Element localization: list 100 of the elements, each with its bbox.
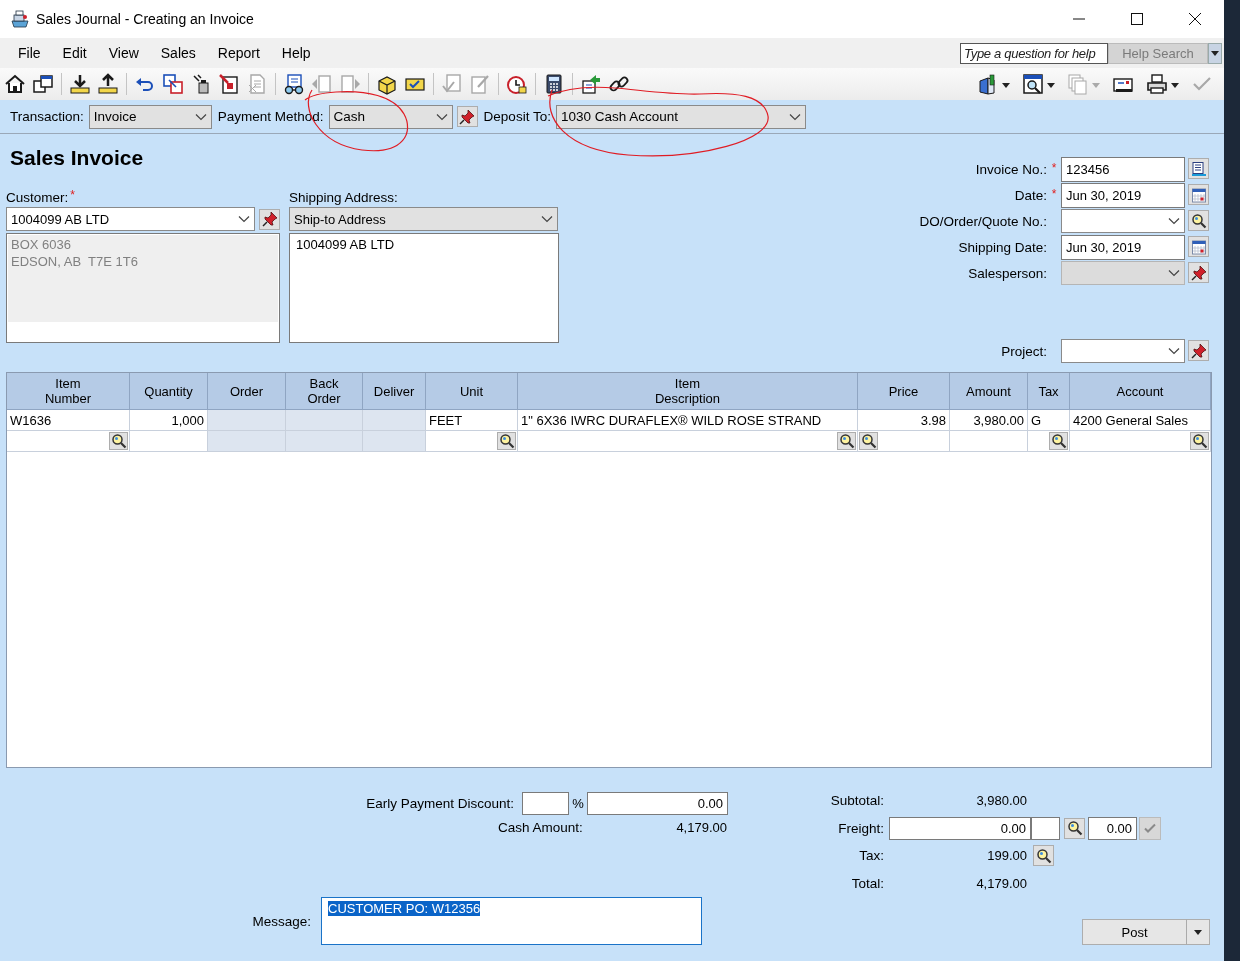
- lookup-button[interactable]: [1049, 432, 1068, 450]
- search-icon: [838, 433, 855, 449]
- table-cell[interactable]: [518, 431, 858, 452]
- lookup-button[interactable]: [1188, 210, 1209, 232]
- search-icon: [110, 433, 127, 449]
- form-icon[interactable]: [218, 73, 240, 95]
- pin-button[interactable]: [456, 106, 478, 127]
- search-icon: [1035, 847, 1052, 864]
- help-search-field[interactable]: Type a question for help: [960, 42, 1108, 64]
- lookup-button[interactable]: [497, 432, 516, 450]
- column-header[interactable]: Unit: [426, 373, 518, 410]
- column-header[interactable]: Back Order: [286, 373, 363, 410]
- chevron-icon: [1168, 217, 1180, 225]
- message-label: Message:: [251, 913, 311, 929]
- lookup-button[interactable]: [1033, 845, 1054, 867]
- input-field[interactable]: Jun 30, 2019: [1061, 234, 1185, 260]
- clock-icon[interactable]: [506, 73, 528, 95]
- freight-label: Freight:: [837, 820, 884, 836]
- menu-item[interactable]: Sales: [149, 43, 207, 63]
- field-label: Project:: [1000, 343, 1048, 359]
- menu-item[interactable]: Report: [206, 43, 271, 63]
- upload-icon[interactable]: [97, 73, 119, 95]
- percent-sign: %: [571, 795, 585, 811]
- glasses-icon[interactable]: [283, 73, 305, 95]
- copy-icon[interactable]: [162, 73, 184, 95]
- pin-button[interactable]: [1188, 340, 1209, 362]
- download-icon[interactable]: [69, 73, 91, 95]
- calendar-button[interactable]: [1188, 184, 1209, 206]
- menu-item[interactable]: View: [97, 43, 150, 63]
- column-header[interactable]: Quantity: [130, 373, 208, 410]
- tax-label: Tax:: [858, 848, 884, 864]
- caret-icon: [1211, 50, 1219, 56]
- pin-button[interactable]: [259, 208, 280, 230]
- home-icon[interactable]: [4, 73, 26, 95]
- dropdown[interactable]: Cash: [328, 104, 453, 129]
- message-field[interactable]: CUSTOMER PO: W12356: [321, 897, 702, 945]
- freight-tax-field[interactable]: 0.00: [1088, 816, 1137, 840]
- document-list-icon: [1190, 160, 1207, 177]
- number-button[interactable]: [1188, 158, 1209, 180]
- percent-field[interactable]: [522, 791, 569, 815]
- help-search-menu-button[interactable]: [1208, 42, 1222, 64]
- discount-field[interactable]: 0.00: [587, 791, 728, 815]
- lookup-button[interactable]: [1064, 817, 1085, 839]
- search-window-icon[interactable]: [1022, 73, 1055, 95]
- column-header[interactable]: Amount: [950, 373, 1028, 410]
- table-cell[interactable]: [426, 431, 518, 452]
- cash-amount-label: Cash Amount:: [498, 819, 584, 835]
- column-header[interactable]: Price: [858, 373, 950, 410]
- search-icon: [860, 433, 877, 449]
- post-menu-button[interactable]: [1186, 919, 1210, 945]
- calculator-icon[interactable]: [543, 73, 565, 95]
- cabinet-icon[interactable]: [977, 73, 1010, 95]
- lookup-button[interactable]: [837, 432, 856, 450]
- dropdown[interactable]: 1030 Cash Account: [555, 104, 806, 129]
- lookup-button[interactable]: [859, 432, 878, 450]
- caret-icon: [1194, 929, 1202, 935]
- cash-amount-value: 4,179.00: [675, 819, 727, 835]
- transaction-label: Transaction:: [10, 109, 84, 124]
- table-cell[interactable]: [7, 431, 130, 452]
- table-cell[interactable]: [950, 431, 1028, 452]
- window-title: Sales Journal - Creating an Invoice: [36, 11, 254, 27]
- customer-label: Customer:: [6, 189, 69, 206]
- transfer-icon[interactable]: [580, 73, 602, 95]
- column-header[interactable]: Tax: [1028, 373, 1070, 410]
- table-cell[interactable]: [286, 431, 363, 452]
- table-cell[interactable]: [1028, 431, 1070, 452]
- field-label: Shipping Date:: [957, 239, 1048, 255]
- input-field[interactable]: Jun 30, 2019: [1061, 182, 1185, 208]
- menu-item[interactable]: File: [7, 43, 52, 63]
- calendar-icon: [1190, 238, 1207, 255]
- table-cell[interactable]: [1070, 431, 1211, 452]
- lookup-button[interactable]: [109, 432, 128, 450]
- menu-item[interactable]: Help: [270, 43, 322, 63]
- address-line: BOX 6036: [11, 236, 72, 253]
- dropdown[interactable]: 1004099 AB LTD: [6, 207, 255, 231]
- printer-icon[interactable]: [1146, 73, 1179, 95]
- maximize-icon: [1131, 13, 1143, 25]
- post-button[interactable]: Post: [1082, 919, 1186, 945]
- freight-field[interactable]: 0.00: [889, 816, 1031, 840]
- calendar-button[interactable]: [1188, 236, 1209, 258]
- column-header[interactable]: Item Description: [518, 373, 858, 410]
- pin-icon: [261, 211, 278, 227]
- menu-item[interactable]: Edit: [51, 43, 98, 63]
- lookup-button[interactable]: [1190, 432, 1209, 450]
- table-cell[interactable]: [858, 431, 950, 452]
- column-header[interactable]: Order: [208, 373, 286, 410]
- pin-button[interactable]: [1188, 262, 1209, 284]
- table-cell[interactable]: [363, 431, 426, 452]
- dropdown[interactable]: Ship-to Address: [289, 207, 558, 231]
- chevron-icon: [1168, 269, 1180, 277]
- table-cell[interactable]: [208, 431, 286, 452]
- confirm-button[interactable]: [1139, 816, 1161, 840]
- dropdown[interactable]: Invoice: [88, 104, 212, 129]
- column-header[interactable]: Deliver: [363, 373, 426, 410]
- input-field[interactable]: 123456: [1061, 156, 1185, 182]
- column-header[interactable]: Item Number: [7, 373, 130, 410]
- eraser-icon[interactable]: [190, 73, 212, 95]
- column-header[interactable]: Account: [1070, 373, 1211, 410]
- windows-icon[interactable]: [32, 73, 54, 95]
- tax-code-field[interactable]: [1031, 816, 1060, 840]
